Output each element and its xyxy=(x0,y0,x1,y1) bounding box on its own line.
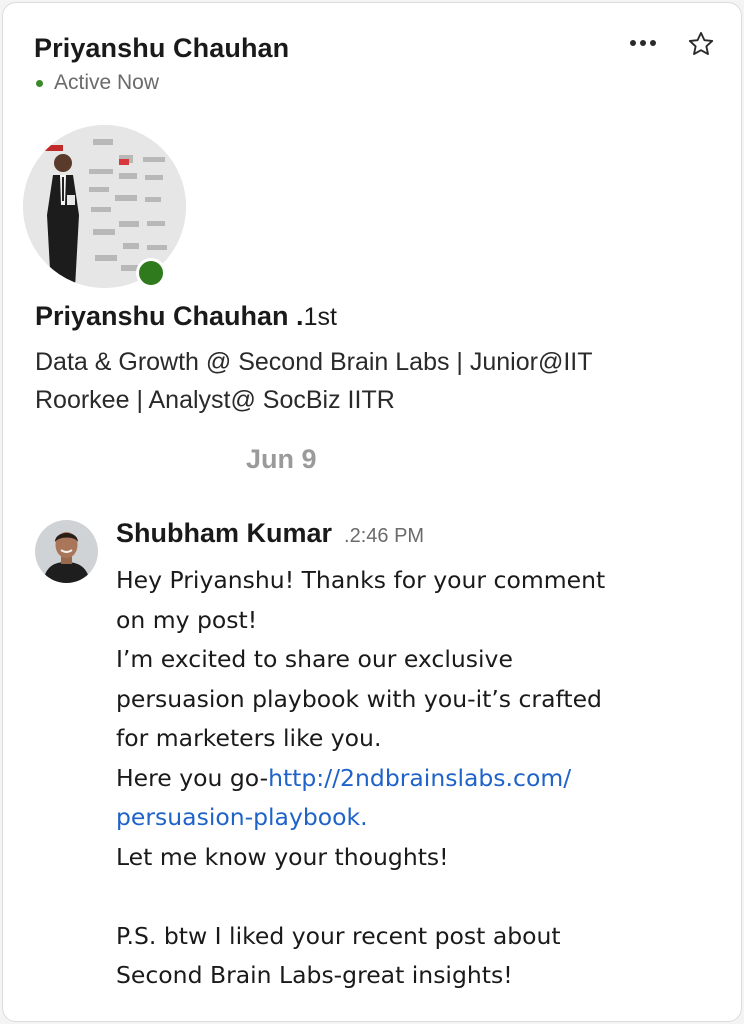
message-line: Second Brain Labs-great insights! xyxy=(116,961,513,989)
date-separator: Jun 9 xyxy=(246,444,317,474)
message-body: Hey Priyanshu! Thanks for your comment o… xyxy=(116,561,676,996)
message-card: Priyanshu Chauhan Active Now Priyanshu C… xyxy=(2,2,742,1022)
playbook-link[interactable]: http://2ndbrainslabs.com/ xyxy=(268,764,571,792)
profile-name-text: Priyanshu Chauhan . xyxy=(35,301,304,331)
message-line: persuasion playbook with you-it’s crafte… xyxy=(116,684,602,713)
headline-line-2: Roorkee | Analyst@ SocBiz IITR xyxy=(35,386,395,414)
playbook-link-continued[interactable]: persuasion-playbook. xyxy=(116,803,368,831)
message-line: Let me know your thoughts! xyxy=(116,842,449,871)
online-indicator xyxy=(136,258,166,288)
more-horizontal-icon xyxy=(630,40,656,46)
headline-line-1: Data & Growth @ Second Brain Labs | Juni… xyxy=(35,348,593,376)
message-line: on my post! xyxy=(116,605,258,634)
sender-name[interactable]: Shubham Kumar xyxy=(116,518,332,549)
message-timestamp: .2:46 PM xyxy=(344,525,425,547)
star-outline-icon xyxy=(688,31,714,55)
message-line-link: persuasion-playbook. xyxy=(116,798,676,838)
message-text: Here you go- xyxy=(116,763,269,792)
message-line: for marketers like you. xyxy=(116,724,382,752)
profile-name[interactable]: Priyanshu Chauhan .1st xyxy=(35,301,337,332)
conversation-title[interactable]: Priyanshu Chauhan xyxy=(34,33,289,64)
connection-degree: 1st xyxy=(303,303,337,331)
message-line: I’m excited to share our exclusive xyxy=(116,645,513,673)
profile-headline: Data & Growth @ Second Brain Labs | Juni… xyxy=(35,343,695,419)
message-line-with-link: Here you go-http://2ndbrainslabs.com/ xyxy=(116,759,676,799)
message-line: P.S. btw I liked your recent post about xyxy=(116,921,561,950)
active-dot-icon xyxy=(36,79,43,87)
active-status: Active Now xyxy=(36,71,159,95)
sender-line: Shubham Kumar .2:46 PM xyxy=(116,518,424,549)
active-status-label: Active Now xyxy=(54,71,160,94)
sender-avatar[interactable] xyxy=(35,520,98,583)
more-options-button[interactable] xyxy=(623,27,663,59)
star-button[interactable] xyxy=(681,25,721,63)
message-line: Hey Priyanshu! Thanks for your comment xyxy=(116,566,606,594)
